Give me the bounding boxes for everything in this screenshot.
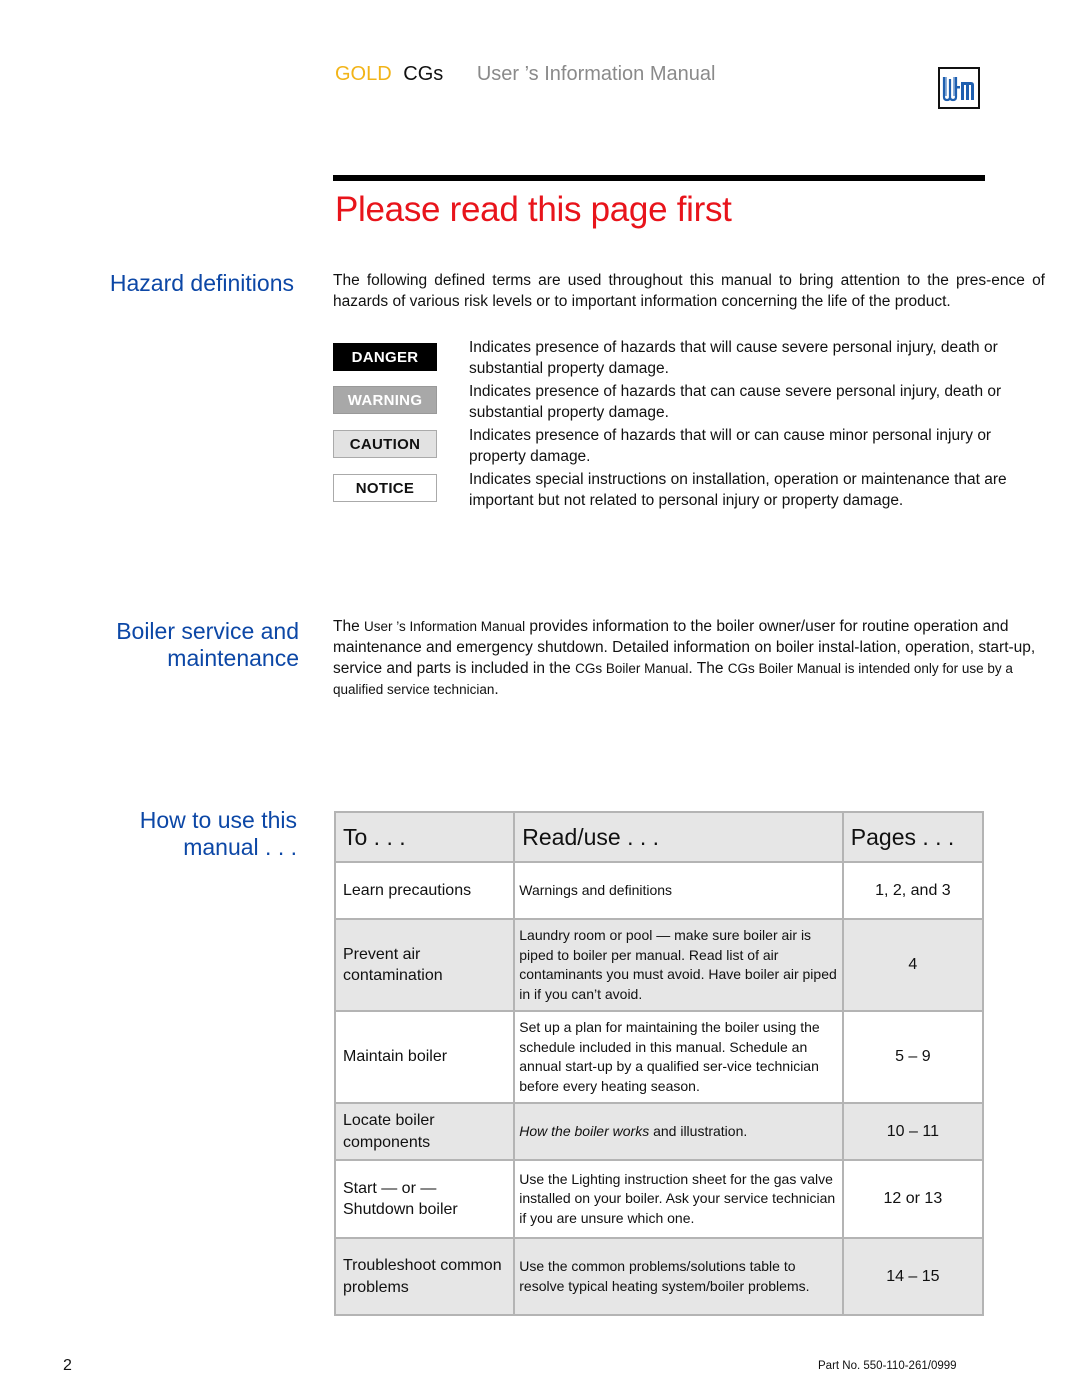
table-header-row: To . . . Read/use . . . Pages . . . xyxy=(333,811,985,863)
cell-read-text: and illustration. xyxy=(649,1122,748,1139)
hazard-definitions-heading: Hazard definitions xyxy=(109,270,294,296)
cell-pages: 14 – 15 xyxy=(841,1237,985,1316)
manual-name: User ’s Information Manual xyxy=(364,619,526,634)
cgs-name: CGs xyxy=(727,661,755,676)
document-header: GOLD CGs User ’s Information Manual xyxy=(335,63,721,86)
notice-definition: Indicates special instructions on instal… xyxy=(469,471,1007,509)
cell-pages: 5 – 9 xyxy=(841,1010,985,1104)
italic-ref: How the boiler works xyxy=(519,1122,650,1139)
cell-pages: 4 xyxy=(841,918,985,1012)
cell-to: Troubleshoot common problems xyxy=(333,1237,516,1316)
boiler-service-heading: Boiler service and maintenance xyxy=(60,618,299,672)
cell-read: Laundry room or pool — make sure boiler … xyxy=(513,918,844,1012)
table-row: Maintain boiler Set up a plan for mainta… xyxy=(333,1010,985,1104)
danger-definition: Indicates presence of hazards that will … xyxy=(469,339,998,377)
cell-to: Learn precautions xyxy=(333,861,516,920)
column-header-to: To . . . xyxy=(333,811,516,863)
table-row: Locate boiler components How the boiler … xyxy=(333,1102,985,1161)
how-to-use-table: To . . . Read/use . . . Pages . . . Lear… xyxy=(333,811,985,1316)
how-to-use-heading-line2: manual . . . xyxy=(183,834,297,860)
table-row: Prevent air contamination Laundry room o… xyxy=(333,918,985,1012)
cell-pages: 10 – 11 xyxy=(841,1102,985,1161)
table-row: Troubleshoot common problems Use the com… xyxy=(333,1237,985,1316)
cell-read: Use the Lighting instruction sheet for t… xyxy=(513,1159,844,1239)
boiler-service-heading-line1: Boiler service and xyxy=(116,618,299,644)
brand-model: CGs xyxy=(403,63,444,85)
page-number: 2 xyxy=(63,1357,72,1374)
text-segment: The xyxy=(333,618,365,635)
caution-label: CAUTION xyxy=(333,430,437,458)
cell-read: Warnings and definitions xyxy=(513,861,844,920)
boiler-service-text: The User ’s Information Manual provides … xyxy=(333,616,1045,700)
cell-to: Start — or — Shutdown boiler xyxy=(333,1159,516,1239)
how-to-use-heading-line1: How to use this xyxy=(139,807,297,833)
hazard-intro-text: The following defined terms are used thr… xyxy=(333,272,1045,310)
text-segment: . The xyxy=(688,660,728,677)
cell-read: Use the common problems/solutions table … xyxy=(513,1237,844,1316)
cell-pages: 12 or 13 xyxy=(841,1159,985,1239)
cell-read: Set up a plan for maintaining the boiler… xyxy=(513,1010,844,1104)
warning-definition: Indicates presence of hazards that can c… xyxy=(469,383,1002,421)
part-number: Part No. 550-110-261/0999 xyxy=(818,1360,957,1372)
wm-logo-mark xyxy=(942,77,974,102)
column-header-pages: Pages . . . xyxy=(841,811,985,863)
text-segment: . xyxy=(494,681,499,698)
caution-definition: Indicates presence of hazards that will … xyxy=(469,427,992,465)
cell-to: Prevent air contamination xyxy=(333,918,516,1012)
cell-pages: 1, 2, and 3 xyxy=(841,861,985,920)
column-header-read: Read/use . . . xyxy=(513,811,844,863)
warning-label: WARNING xyxy=(333,386,437,414)
cell-to: Maintain boiler xyxy=(333,1010,516,1104)
cell-to: Locate boiler components xyxy=(333,1102,516,1161)
brand-gold: GOLD xyxy=(335,63,392,85)
manual-title: User ’s Information Manual xyxy=(476,63,716,85)
page-title: Please read this page first xyxy=(335,190,732,229)
boiler-manual-name: CGs Boiler Manual xyxy=(575,661,689,676)
danger-label: DANGER xyxy=(333,343,437,371)
title-rule xyxy=(333,175,985,181)
wm-logo-icon xyxy=(938,67,980,109)
notice-label: NOTICE xyxy=(333,474,437,502)
how-to-use-heading: How to use this manual . . . xyxy=(60,807,297,861)
table-row: Learn precautions Warnings and definitio… xyxy=(333,861,985,920)
boiler-service-heading-line2: maintenance xyxy=(167,645,299,671)
table-row: Start — or — Shutdown boiler Use the Lig… xyxy=(333,1159,985,1239)
cell-read: How the boiler works and illustration. xyxy=(513,1102,844,1161)
